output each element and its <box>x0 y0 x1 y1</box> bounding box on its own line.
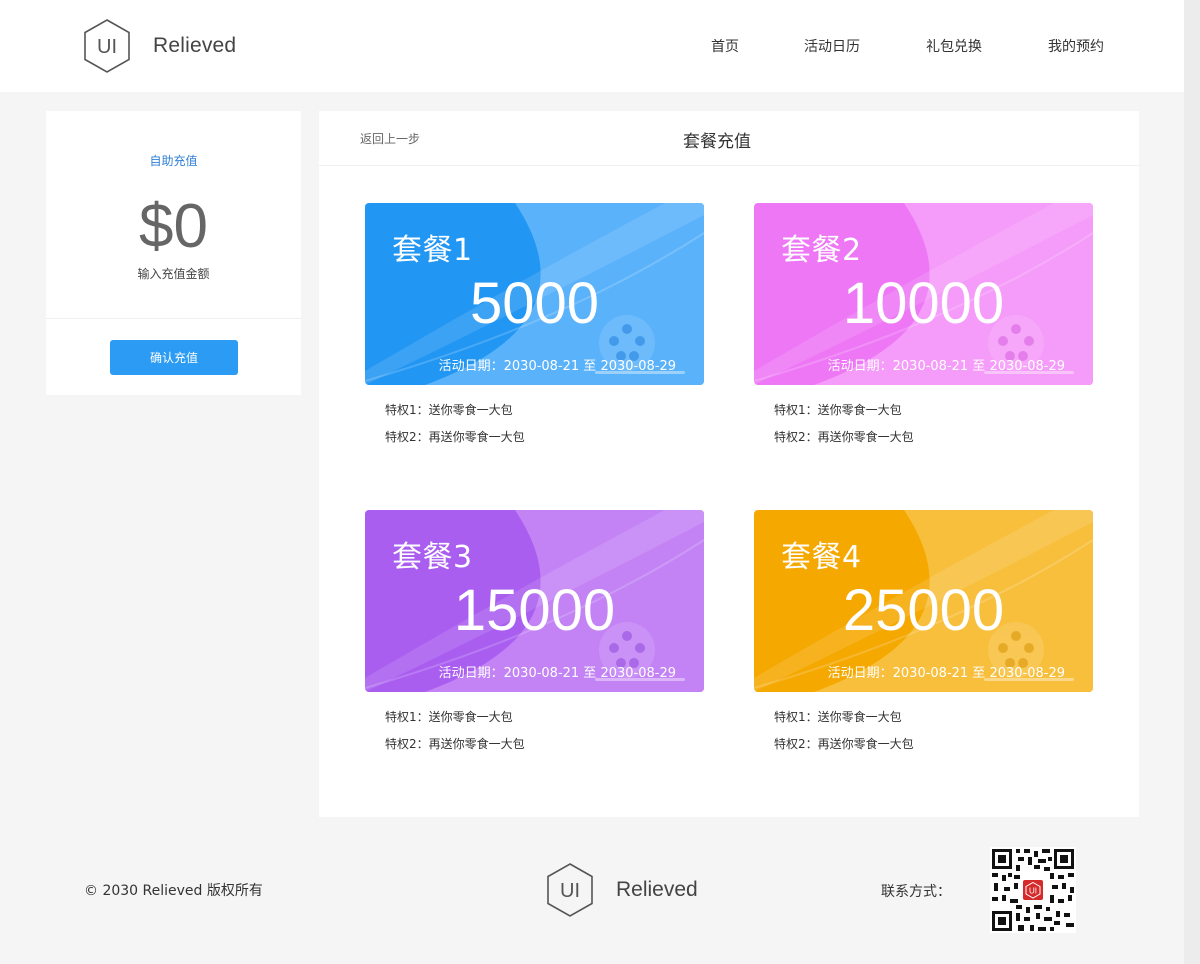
logo-mark-text: UI <box>560 880 580 902</box>
brand-name: Relieved <box>616 878 698 901</box>
package-card-2[interactable]: 套餐2 10000 活动日期：2030-08-21 至 2030-08-29 <box>754 203 1093 385</box>
nav-item-gift-exchange[interactable]: 礼包兑换 <box>926 36 982 56</box>
perk-item: 特权2：再送你零食一大包 <box>385 430 525 444</box>
package-name: 套餐2 <box>781 233 862 268</box>
perk-item: 特权1：送你零食一大包 <box>385 710 513 724</box>
perk-item: 特权1：送你零食一大包 <box>385 403 513 417</box>
perk-item: 特权1：送你零食一大包 <box>774 710 902 724</box>
package-perks-2: 特权1：送你零食一大包 特权2：再送你零食一大包 <box>774 397 914 451</box>
package-perks-3: 特权1：送你零食一大包 特权2：再送你零食一大包 <box>385 704 525 758</box>
page-title-text: 套餐充值 <box>683 132 751 152</box>
package-panel: 返回上一步 套餐充值 套餐1 5000 活动日期：2030-08-21 至 20… <box>319 111 1139 817</box>
package-name: 套餐4 <box>781 540 862 575</box>
panel-topbar: 返回上一步 套餐充值 <box>319 111 1139 166</box>
amount-hint: 输入充值金额 <box>137 267 210 281</box>
hexagon-logo-icon: UI <box>547 863 593 917</box>
package-value: 5000 <box>469 271 600 336</box>
panel-divider <box>46 318 301 319</box>
package-perks-4: 特权1：送你零食一大包 特权2：再送你零食一大包 <box>774 704 914 758</box>
package-value: 15000 <box>453 578 616 643</box>
main-nav: 首页 活动日历 礼包兑换 我的预约 <box>0 36 1184 58</box>
copyright-text: © 2030 Relieved 版权所有 <box>84 883 263 899</box>
perk-item: 特权2：再送你零食一大包 <box>385 737 525 751</box>
perk-item: 特权2：再送你零食一大包 <box>774 430 914 444</box>
qr-badge-text: UI <box>1029 887 1037 896</box>
nav-item-my-reservations[interactable]: 我的预约 <box>1048 36 1104 56</box>
package-value: 10000 <box>842 271 1005 336</box>
recharge-panel: 自助充值 $0 输入充值金额 确认充值 <box>46 111 301 395</box>
package-card-3[interactable]: 套餐3 15000 活动日期：2030-08-21 至 2030-08-29 <box>365 510 704 692</box>
contact-label: 联系方式： <box>881 884 951 900</box>
package-value: 25000 <box>842 578 1005 643</box>
perk-item: 特权2：再送你零食一大包 <box>774 737 914 751</box>
amount-display[interactable]: $0 <box>46 191 301 263</box>
package-card-1[interactable]: 套餐1 5000 活动日期：2030-08-21 至 2030-08-29 <box>365 203 704 385</box>
package-name: 套餐1 <box>392 233 473 268</box>
scrollbar-track[interactable] <box>1184 0 1200 964</box>
site-header: UI Relieved 首页 活动日历 礼包兑换 我的预约 <box>0 0 1184 92</box>
nav-item-calendar[interactable]: 活动日历 <box>804 36 860 56</box>
footer-logo[interactable]: UI Relieved <box>546 862 698 918</box>
package-date: 活动日期：2030-08-21 至 2030-08-29 <box>827 359 1065 374</box>
package-date: 活动日期：2030-08-21 至 2030-08-29 <box>438 666 676 681</box>
nav-item-home[interactable]: 首页 <box>711 36 739 56</box>
package-card-4[interactable]: 套餐4 25000 活动日期：2030-08-21 至 2030-08-29 <box>754 510 1093 692</box>
panel-title[interactable]: 自助充值 <box>46 152 301 169</box>
package-name: 套餐3 <box>392 540 473 575</box>
page-title: 套餐充值 <box>319 127 1139 152</box>
package-date: 活动日期：2030-08-21 至 2030-08-29 <box>827 666 1065 681</box>
perk-item: 特权1：送你零食一大包 <box>774 403 902 417</box>
qr-code-icon: UI <box>990 847 1076 933</box>
package-perks-1: 特权1：送你零食一大包 特权2：再送你零食一大包 <box>385 397 525 451</box>
confirm-recharge-button[interactable]: 确认充值 <box>110 340 238 375</box>
package-date: 活动日期：2030-08-21 至 2030-08-29 <box>438 359 676 374</box>
